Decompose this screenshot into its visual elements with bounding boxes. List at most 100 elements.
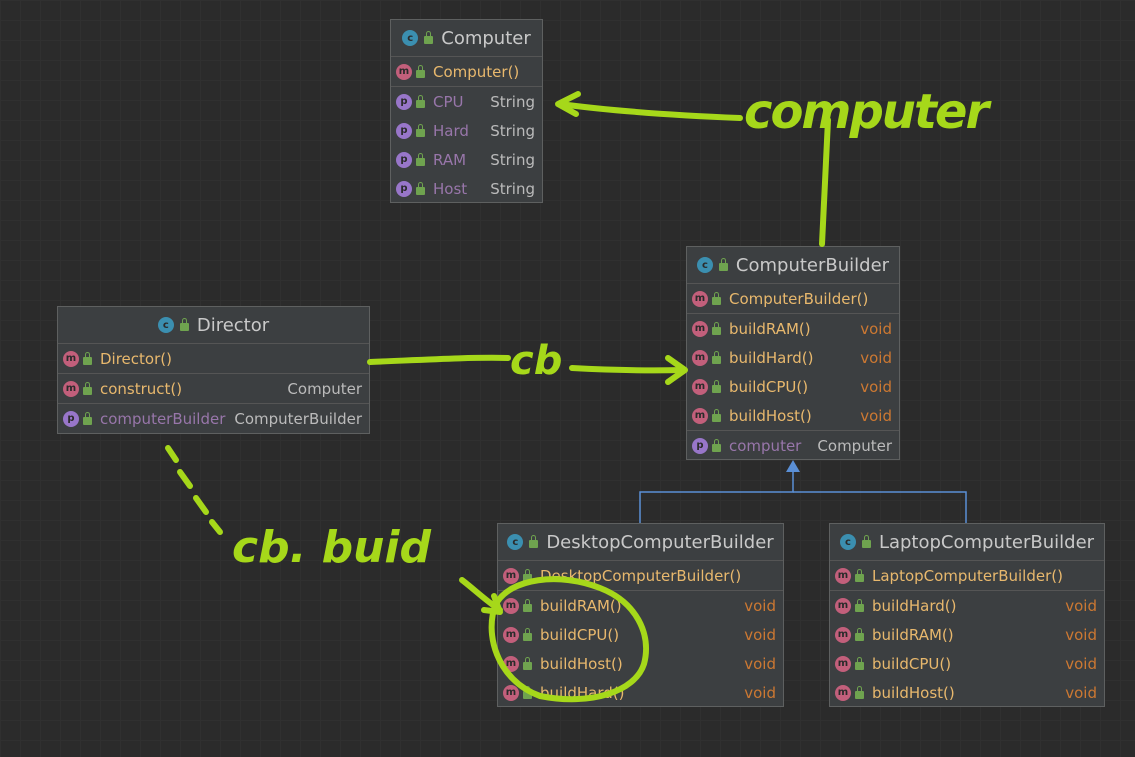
method-row[interactable]: m buildHard() void (687, 343, 899, 372)
constructor-name: Director() (100, 349, 172, 368)
property-type: String (490, 150, 535, 169)
property-name: Host (433, 179, 468, 198)
return-type: void (1065, 625, 1097, 644)
method-name: buildHard() (540, 683, 625, 702)
lock-icon (712, 291, 721, 305)
lock-icon (712, 408, 721, 422)
cb-arrow-line-left (367, 354, 511, 365)
return-type: void (1065, 683, 1097, 702)
property-row[interactable]: p Host String (391, 174, 542, 203)
method-row[interactable]: m buildCPU() void (687, 372, 899, 401)
method-name: buildHard() (729, 348, 814, 367)
computer-annotation-label: computer (744, 84, 992, 140)
method-icon: m (835, 626, 851, 643)
class-name: DesktopComputerBuilder (546, 531, 774, 553)
method-icon: m (63, 380, 79, 397)
property-row[interactable]: p computer Computer (687, 430, 899, 460)
method-icon: m (503, 655, 519, 672)
method-icon: m (692, 378, 708, 395)
property-name: Hard (433, 121, 469, 140)
inheritance-arrowhead (786, 460, 800, 472)
lock-icon (179, 318, 189, 331)
lock-icon (712, 350, 721, 364)
constructor-row[interactable]: m Director() (58, 344, 369, 373)
laptop-computer-builder-class[interactable]: c LaptopComputerBuilder m LaptopComputer… (829, 523, 1105, 707)
method-icon: m (835, 684, 851, 701)
property-name: RAM (433, 150, 467, 169)
method-name: buildHost() (540, 654, 623, 673)
return-type: void (744, 654, 776, 673)
cb-arrow-head (665, 355, 688, 385)
constructor-name: LaptopComputerBuilder() (872, 566, 1063, 585)
method-row[interactable]: m construct() Computer (58, 373, 369, 403)
constructor-row[interactable]: m DesktopComputerBuilder() (498, 561, 783, 590)
property-name: computerBuilder (100, 409, 226, 428)
class-icon: c (839, 534, 856, 550)
method-icon: m (396, 63, 412, 80)
return-type: void (860, 377, 892, 396)
method-row[interactable]: m buildHard() void (830, 590, 1104, 620)
director-class-header: c Director (58, 307, 369, 344)
constructor-row[interactable]: m LaptopComputerBuilder() (830, 561, 1104, 590)
method-row[interactable]: m buildHost() void (687, 401, 899, 430)
inheritance-line-desktop (639, 470, 794, 523)
method-icon: m (63, 350, 79, 367)
property-row[interactable]: p RAM String (391, 145, 542, 174)
class-name: ComputerBuilder (735, 254, 890, 276)
method-icon: m (692, 290, 708, 307)
computer-builder-class[interactable]: c ComputerBuilder m ComputerBuilder() m … (686, 246, 900, 460)
abstract-class-icon: c (696, 257, 713, 273)
constructor-row[interactable]: m Computer() (391, 57, 542, 86)
method-row[interactable]: m buildRAM() void (498, 590, 783, 620)
constructor-name: ComputerBuilder() (729, 289, 869, 308)
property-type: Computer (817, 436, 892, 455)
lock-icon (523, 598, 532, 612)
return-type: void (744, 625, 776, 644)
computer-connector-line (819, 117, 831, 247)
cb-arrow-line-right (569, 365, 685, 374)
property-icon: p (63, 410, 79, 427)
property-type: ComputerBuilder (234, 409, 362, 428)
lock-icon (718, 258, 728, 271)
class-name: LaptopComputerBuilder (878, 531, 1095, 553)
method-row[interactable]: m buildHost() void (498, 649, 783, 678)
cb-build-annotation-label: cb. buid (232, 522, 432, 573)
lock-icon (416, 152, 425, 166)
return-type: void (860, 348, 892, 367)
return-type: void (1065, 654, 1097, 673)
method-row[interactable]: m buildRAM() void (687, 313, 899, 343)
method-row[interactable]: m buildCPU() void (498, 620, 783, 649)
cb-build-arrow-head (459, 577, 503, 615)
constructor-name: DesktopComputerBuilder() (540, 566, 742, 585)
lock-icon (416, 94, 425, 108)
method-row[interactable]: m buildHard() void (498, 678, 783, 707)
property-name: computer (729, 436, 802, 455)
method-row[interactable]: m buildCPU() void (830, 649, 1104, 678)
director-class[interactable]: c Director m Director() m construct() Co… (57, 306, 370, 434)
class-icon: c (507, 534, 524, 550)
property-type: String (490, 92, 535, 111)
lock-icon (529, 535, 539, 548)
constructor-row[interactable]: m ComputerBuilder() (687, 284, 899, 313)
desktop-computer-builder-class[interactable]: c DesktopComputerBuilder m DesktopComput… (497, 523, 784, 707)
property-row[interactable]: p computerBuilder ComputerBuilder (58, 403, 369, 433)
laptop-class-header: c LaptopComputerBuilder (830, 524, 1104, 561)
method-icon: m (503, 626, 519, 643)
property-icon: p (396, 180, 412, 197)
property-row[interactable]: p Hard String (391, 116, 542, 145)
lock-icon (855, 685, 864, 699)
method-name: buildCPU() (872, 654, 952, 673)
cb-build-dash-3 (193, 495, 209, 515)
computer-class[interactable]: c Computer m Computer() p CPU String p H… (390, 19, 543, 203)
property-icon: p (396, 122, 412, 139)
property-type: String (490, 121, 535, 140)
method-name: buildRAM() (872, 625, 954, 644)
method-row[interactable]: m buildHost() void (830, 678, 1104, 707)
constructor-name: Computer() (433, 62, 520, 81)
property-row[interactable]: p CPU String (391, 86, 542, 116)
lock-icon (416, 123, 425, 137)
lock-icon (861, 535, 871, 548)
method-name: buildRAM() (540, 596, 622, 615)
method-row[interactable]: m buildRAM() void (830, 620, 1104, 649)
property-icon: p (396, 151, 412, 168)
